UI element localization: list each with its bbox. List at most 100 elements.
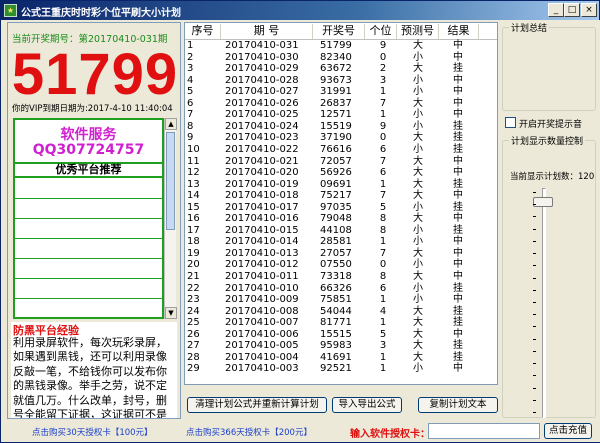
row-prediction: 小	[413, 201, 423, 213]
row-period: 20170410-017	[225, 201, 299, 213]
title-bar[interactable]: ★ 公式王重庆时时彩个位平刷大小计划 _ □ ×	[1, 1, 599, 20]
row-result: 中	[453, 167, 463, 179]
row-number: 66326	[320, 282, 352, 294]
scroll-thumb[interactable]	[166, 132, 175, 230]
clear-recalc-button[interactable]: 清理计划公式并重新计算计划	[187, 397, 327, 413]
table-row[interactable]: 26 20170410-006 15515 5 大 中	[185, 329, 497, 341]
row-number: 75217	[320, 190, 352, 202]
col-header-number[interactable]: 开奖号	[313, 24, 365, 39]
buy-366-day-link[interactable]: 点击购买366天授权卡【200元】	[186, 426, 312, 438]
row-prediction: 小	[413, 363, 423, 375]
slider-tick	[533, 228, 536, 230]
maximize-button[interactable]: □	[564, 3, 580, 17]
row-result: 挂	[453, 143, 463, 155]
row-number: 41691	[320, 351, 352, 363]
table-row[interactable]: 27 20170410-005 95983 3 大 挂	[185, 340, 497, 352]
row-period: 20170410-009	[225, 294, 299, 306]
copy-plan-button[interactable]: 复制计划文本	[418, 397, 498, 413]
row-unit: 9	[379, 120, 387, 132]
table-row[interactable]: 12 20170410-020 56926 6 大 中	[185, 167, 497, 179]
table-row[interactable]: 23 20170410-009 75851 1 小 中	[185, 294, 497, 306]
table-row[interactable]: 22 20170410-010 66326 6 小 挂	[185, 283, 497, 295]
col-header-period[interactable]: 期 号	[221, 24, 313, 39]
table-row[interactable]: 18 20170410-014 28581 1 小 中	[185, 236, 497, 248]
table-row[interactable]: 29 20170410-003 92521 1 小 中	[185, 363, 497, 375]
row-result: 挂	[453, 317, 463, 329]
row-period: 20170410-011	[225, 271, 299, 282]
row-unit: 7	[379, 190, 387, 202]
table-row[interactable]: 11 20170410-021 72057 7 大 中	[185, 156, 497, 168]
row-period: 20170410-008	[225, 305, 299, 317]
table-row[interactable]: 14 20170410-018 75217 7 大 中	[185, 190, 497, 202]
row-seq: 16	[187, 213, 200, 225]
row-seq: 5	[187, 86, 194, 98]
table-row[interactable]: 24 20170410-008 54044 4 大 挂	[185, 306, 497, 318]
slider-tick	[533, 387, 536, 389]
alert-sound-label: 开启开奖提示音	[519, 120, 583, 130]
row-period: 20170410-019	[225, 178, 299, 190]
row-unit: 5	[379, 201, 387, 213]
row-seq: 6	[187, 97, 194, 109]
row-period: 20170410-024	[225, 120, 299, 132]
row-prediction: 小	[413, 224, 423, 236]
close-button[interactable]: ×	[581, 3, 597, 17]
row-unit: 6	[379, 282, 387, 294]
table-row[interactable]: 20 20170410-012 07550 0 小 中	[185, 259, 497, 271]
row-seq: 8	[187, 120, 194, 132]
row-result: 挂	[453, 63, 463, 75]
table-row[interactable]: 28 20170410-004 41691 1 大 挂	[185, 352, 497, 364]
row-period: 20170410-013	[225, 247, 299, 259]
table-row[interactable]: 6 20170410-026 26837 7 大 中	[185, 98, 497, 110]
table-row[interactable]: 2 20170410-030 82340 0 小 中	[185, 52, 497, 64]
minimize-button[interactable]: _	[548, 3, 564, 17]
table-row[interactable]: 9 20170410-023 37190 0 大 挂	[185, 132, 497, 144]
table-row[interactable]: 8 20170410-024 15519 9 小 挂	[185, 121, 497, 133]
slider-thumb[interactable]	[533, 196, 553, 207]
plan-table[interactable]: 序号 期 号 开奖号 个位 预测号 结果 1 20170410-031 51799 9…	[184, 22, 498, 385]
row-number: 12571	[320, 109, 352, 121]
row-result: 中	[453, 40, 463, 51]
row-result: 挂	[453, 305, 463, 317]
table-row[interactable]: 25 20170410-007 81771 1 大 挂	[185, 317, 497, 329]
display-count-slider[interactable]	[542, 188, 546, 418]
warning-box: 防黑平台经验 利用录屏软件，每次玩彩录屏，如果遇到黑钱，还可以利用录像反敲一笔，…	[11, 322, 177, 418]
col-header-result[interactable]: 结果	[439, 24, 479, 39]
row-number: 81771	[320, 317, 352, 329]
col-header-seq[interactable]: 序号	[185, 24, 221, 39]
recharge-button[interactable]: 点击充值	[544, 423, 592, 439]
col-header-unit[interactable]: 个位	[365, 24, 397, 39]
ad-divider	[15, 198, 162, 199]
table-row[interactable]: 3 20170410-029 63672 2 大 挂	[185, 63, 497, 75]
row-prediction: 小	[413, 74, 423, 86]
row-unit: 1	[379, 86, 387, 98]
table-row[interactable]: 21 20170410-011 73318 8 大 中	[185, 271, 497, 283]
col-header-prediction[interactable]: 预测号	[397, 24, 439, 39]
table-row[interactable]: 16 20170410-016 79048 8 大 中	[185, 213, 497, 225]
row-number: 15515	[320, 328, 352, 340]
row-seq: 12	[187, 167, 200, 179]
table-row[interactable]: 1 20170410-031 51799 9 大 中	[185, 40, 497, 52]
alert-sound-checkbox[interactable]	[505, 117, 516, 128]
license-card-input[interactable]	[428, 423, 540, 439]
row-number: 54044	[320, 305, 352, 317]
buy-30-day-link[interactable]: 点击购买30天授权卡【100元】	[32, 426, 153, 438]
table-row[interactable]: 19 20170410-013 27057 7 大 中	[185, 248, 497, 260]
table-row[interactable]: 13 20170410-019 09691 1 大 挂	[185, 179, 497, 191]
table-row[interactable]: 17 20170410-015 44108 8 小 挂	[185, 225, 497, 237]
ad-scrollbar[interactable]: ▲ ▼	[164, 118, 177, 319]
row-result: 中	[453, 247, 463, 259]
row-prediction: 大	[413, 340, 423, 352]
scroll-up-icon[interactable]: ▲	[165, 118, 177, 130]
row-result: 中	[453, 74, 463, 86]
row-prediction: 大	[413, 213, 423, 225]
plan-summary-group: 计划总结	[502, 21, 596, 111]
footer-bar: 点击购买30天授权卡【100元】 点击购买366天授权卡【200元】 输入软件授…	[2, 420, 600, 442]
import-export-button[interactable]: 导入导出公式	[332, 397, 402, 413]
table-row[interactable]: 7 20170410-025 12571 1 小 中	[185, 109, 497, 121]
table-row[interactable]: 5 20170410-027 31991 1 小 中	[185, 86, 497, 98]
row-period: 20170410-006	[225, 328, 299, 340]
table-row[interactable]: 10 20170410-022 76616 6 小 挂	[185, 144, 497, 156]
table-row[interactable]: 15 20170410-017 97035 5 小 挂	[185, 202, 497, 214]
scroll-down-icon[interactable]: ▼	[165, 307, 177, 319]
table-row[interactable]: 4 20170410-028 93673 3 小 中	[185, 75, 497, 87]
